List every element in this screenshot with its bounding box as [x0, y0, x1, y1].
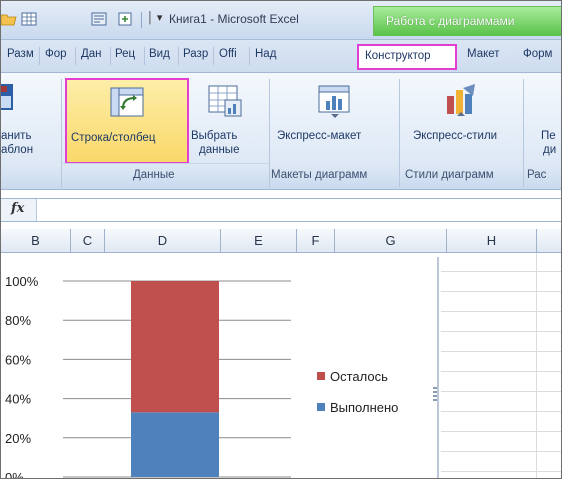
tab-developer[interactable]: Разр: [183, 48, 208, 60]
legend-label-remaining: Осталось: [330, 369, 388, 384]
tab-formulas[interactable]: Фор: [45, 48, 67, 60]
column-header-e[interactable]: E: [221, 229, 297, 253]
move-chart-button[interactable]: Пе ди: [525, 78, 561, 164]
y-tick-label: 80%: [5, 313, 31, 328]
y-tick-label: 100%: [5, 274, 39, 289]
move-chart-label-2: ди: [543, 144, 557, 156]
column-header-d[interactable]: D: [105, 229, 221, 253]
quick-layout-icon: [318, 85, 350, 118]
form-icon[interactable]: [91, 11, 107, 27]
bar-segment-done[interactable]: [131, 412, 219, 477]
chart-tools-context-header: Работа с диаграммами: [373, 6, 561, 36]
excel-window: │ ▾ Книга1 - Microsoft Excel Работа с ди…: [0, 0, 562, 479]
function-icon: fx: [11, 201, 25, 216]
tab-design-label: Конструктор: [365, 50, 431, 62]
column-headers: B C D E F G H: [1, 229, 561, 253]
select-data-button[interactable]: Выбрать данные: [189, 78, 267, 164]
tab-view[interactable]: Вид: [149, 48, 170, 60]
select-data-label-2: данные: [199, 144, 240, 156]
quick-styles-button[interactable]: Экспресс-стили: [403, 78, 519, 164]
column-header-g[interactable]: G: [335, 229, 447, 253]
window-title: Книга1 - Microsoft Excel: [169, 12, 299, 26]
y-tick-label: 40%: [5, 392, 31, 407]
column-header-f[interactable]: F: [297, 229, 335, 253]
move-chart-label-1: Пе: [541, 130, 556, 142]
switch-row-column-button[interactable]: Строка/столбец: [65, 78, 189, 164]
tab-layout[interactable]: Макет: [467, 48, 500, 60]
qat-customize-dropdown[interactable]: │ ▾: [147, 11, 162, 24]
tab-data[interactable]: Дан: [81, 48, 102, 60]
qat-separator: [141, 12, 142, 28]
column-header-c[interactable]: C: [71, 229, 105, 253]
y-tick-label: 20%: [5, 431, 31, 446]
ribbon-tabs: Разм Фор Дан Рец Вид Разр Offi Над Конст…: [1, 40, 561, 73]
tab-design[interactable]: Конструктор: [357, 44, 457, 70]
legend-item-done: Выполнено: [317, 400, 398, 415]
chart-plot: 0% 20% 40% 60% 80% 100%: [5, 274, 291, 479]
legend-label-done: Выполнено: [330, 400, 399, 415]
tab-review[interactable]: Рец: [115, 48, 135, 60]
save-template-label-1: анить: [1, 130, 32, 142]
chart-area[interactable]: 0% 20% 40% 60% 80% 100% Осталось Выполнено: [1, 257, 439, 479]
column-header-b[interactable]: B: [1, 229, 71, 253]
y-tick-label: 60%: [5, 352, 31, 367]
insert-sheet-icon[interactable]: [117, 11, 133, 27]
y-tick-label: 0%: [5, 470, 24, 479]
bar-segment-remaining[interactable]: [131, 281, 219, 413]
quick-styles-label: Экспресс-стили: [413, 130, 498, 142]
group-label-styles: Стили диаграмм: [405, 169, 494, 181]
switch-row-column-label: Строка/столбец: [71, 132, 156, 144]
save-as-template-button[interactable]: анить аблон: [1, 78, 57, 164]
open-folder-icon[interactable]: [1, 11, 17, 27]
select-data-label-1: Выбрать: [191, 130, 238, 142]
insert-function-button[interactable]: fx: [1, 199, 37, 221]
save-template-icon: [1, 84, 13, 110]
group-label-layouts: Макеты диаграмм: [271, 169, 368, 181]
quick-styles-icon: [447, 84, 475, 116]
ribbon: анить аблон Строка/столбец Выбрать данны…: [1, 73, 561, 190]
formula-bar: fx: [1, 198, 561, 222]
tab-office[interactable]: Offi: [219, 48, 237, 60]
group-label-data: Данные: [133, 169, 175, 181]
select-data-icon: [208, 85, 242, 117]
legend-item-remaining: Осталось: [317, 369, 388, 384]
save-template-label-2: аблон: [1, 144, 34, 156]
formula-input[interactable]: [41, 199, 561, 221]
quick-layout-label: Экспресс-макет: [277, 130, 362, 142]
tab-format[interactable]: Форм: [523, 48, 552, 60]
quick-layout-button[interactable]: Экспресс-макет: [273, 78, 397, 164]
column-header-h[interactable]: H: [447, 229, 537, 253]
table-grid-icon[interactable]: [21, 11, 37, 27]
legend-swatch-done: [317, 403, 325, 411]
tab-page-layout[interactable]: Разм: [7, 48, 34, 60]
title-bar: │ ▾ Книга1 - Microsoft Excel Работа с ди…: [1, 1, 561, 40]
tab-addins[interactable]: Над: [255, 48, 276, 60]
legend-swatch-remaining: [317, 372, 325, 380]
group-label-location: Рас: [527, 169, 547, 181]
switch-row-column-icon: [110, 87, 144, 117]
chart-tools-title: Работа с диаграммами: [386, 14, 515, 28]
resize-handle[interactable]: [433, 387, 437, 401]
